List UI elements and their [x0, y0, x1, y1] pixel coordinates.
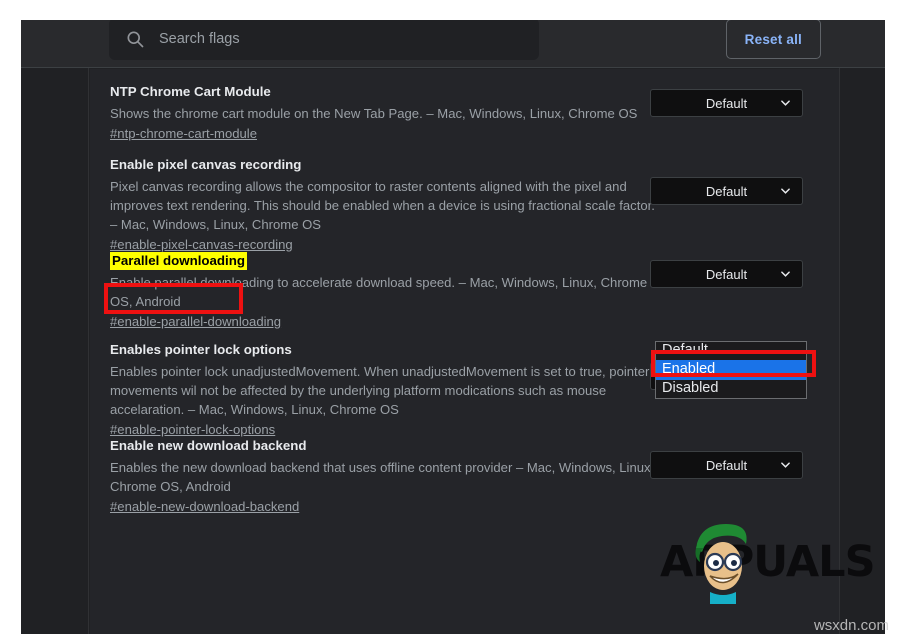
flag-select-dropdown[interactable]: Default Enabled Disabled [655, 341, 807, 399]
flag-select-value: Default [706, 267, 747, 282]
flag-row: NTP Chrome Cart Module Shows the chrome … [90, 69, 839, 142]
flag-select-value: Default [706, 184, 747, 199]
dropdown-option-disabled[interactable]: Disabled [656, 380, 806, 398]
flag-title: Enable pixel canvas recording [110, 156, 301, 174]
flag-permalink[interactable]: #enable-new-download-backend [110, 497, 299, 517]
flag-select[interactable]: Default [650, 177, 803, 205]
flag-row: Enable new download backend Enables the … [90, 423, 839, 513]
flag-row-parallel-downloading: Parallel downloading Enable parallel dow… [90, 238, 839, 327]
flag-text-block: Parallel downloading Enable parallel dow… [110, 252, 665, 332]
flag-select[interactable]: Default [650, 89, 803, 117]
flags-toolbar: Reset all [21, 20, 885, 68]
search-icon [125, 29, 145, 49]
chevron-down-icon [781, 188, 790, 194]
chevron-down-icon [781, 271, 790, 277]
flag-row: Enable pixel canvas recording Pixel canv… [90, 142, 839, 238]
flag-permalink[interactable]: #ntp-chrome-cart-module [110, 124, 257, 144]
flag-select-value: Default [706, 458, 747, 473]
reset-all-button[interactable]: Reset all [726, 20, 821, 59]
flag-title: NTP Chrome Cart Module [110, 83, 271, 101]
screenshot-root: Reset all NTP Chrome Cart Module Shows t… [0, 0, 897, 636]
flag-description: Enable parallel downloading to accelerat… [110, 273, 665, 311]
search-box[interactable] [109, 20, 539, 60]
chevron-down-icon [781, 100, 790, 106]
dropdown-option-enabled[interactable]: Enabled [656, 360, 806, 380]
flag-select-parallel-downloading[interactable]: Default [650, 260, 803, 288]
right-gutter [839, 68, 885, 636]
chrome-flags-window: Reset all NTP Chrome Cart Module Shows t… [21, 20, 885, 636]
flag-description: Pixel canvas recording allows the compos… [110, 177, 665, 234]
flag-title: Enable new download backend [110, 437, 307, 455]
flag-description: Enables pointer lock unadjustedMovement.… [110, 362, 665, 419]
left-gutter [21, 68, 89, 636]
flag-text-block: Enable new download backend Enables the … [110, 437, 665, 517]
flag-text-block: NTP Chrome Cart Module Shows the chrome … [110, 83, 665, 144]
site-watermark: wsxdn.com [814, 617, 889, 634]
chevron-down-icon [781, 462, 790, 468]
flag-description: Shows the chrome cart module on the New … [110, 104, 665, 123]
flag-select[interactable]: Default [650, 451, 803, 479]
dropdown-option-default[interactable]: Default [656, 342, 806, 360]
flag-select-value: Default [706, 96, 747, 111]
flag-title: Parallel downloading [110, 252, 247, 270]
search-input[interactable] [159, 31, 499, 47]
flag-title: Enables pointer lock options [110, 341, 292, 359]
flag-description: Enables the new download backend that us… [110, 458, 665, 496]
